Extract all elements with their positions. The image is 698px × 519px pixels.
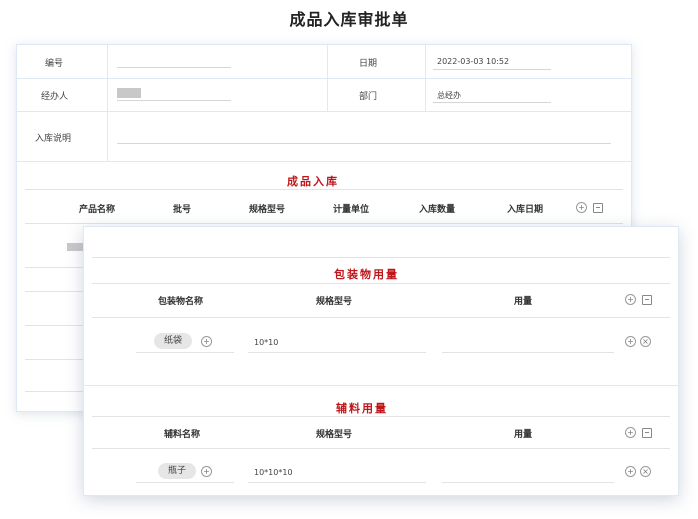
number-label: 编号	[45, 59, 64, 69]
aux-qty-field[interactable]	[442, 482, 614, 483]
aux-name-tag[interactable]: 瓶子	[158, 463, 197, 479]
aux-col-name: 辅料名称	[164, 430, 201, 440]
aux-section-title: 辅料用量	[336, 402, 388, 415]
plus-circle-icon[interactable]: +	[625, 294, 636, 305]
packaging-section-title: 包装物用量	[334, 268, 399, 281]
dept-field[interactable]: 总经办	[437, 90, 461, 101]
import-icon[interactable]	[593, 203, 603, 213]
packaging-col-name: 包装物名称	[158, 297, 204, 307]
plus-circle-icon[interactable]: +	[576, 202, 587, 213]
product-col-batch: 批号	[173, 205, 192, 215]
packaging-name-tag[interactable]: 纸袋	[154, 333, 193, 349]
packaging-col-qty: 用量	[514, 297, 533, 307]
aux-col-spec: 规格型号	[316, 430, 353, 440]
plus-circle-icon[interactable]: +	[201, 336, 212, 347]
handler-avatar	[117, 88, 141, 98]
handler-field[interactable]	[117, 100, 231, 101]
dept-label: 部门	[359, 92, 378, 102]
packaging-spec-value[interactable]: 10*10	[254, 338, 278, 347]
product-col-qty: 入库数量	[419, 205, 456, 215]
product-col-unit: 计量单位	[333, 205, 370, 215]
form-row-number-date: 编号 日期 2022-03-03 10:52	[17, 45, 631, 79]
note-field[interactable]	[117, 143, 611, 144]
close-circle-icon[interactable]: ×	[640, 466, 651, 477]
packaging-qty-field[interactable]	[442, 352, 614, 353]
plus-circle-icon[interactable]: +	[625, 336, 636, 347]
form-row-note: 入库说明	[17, 111, 631, 162]
product-col-date: 入库日期	[507, 205, 544, 215]
import-icon[interactable]	[642, 428, 652, 438]
aux-col-qty: 用量	[514, 430, 533, 440]
packaging-col-spec: 规格型号	[316, 297, 353, 307]
handler-label: 经办人	[41, 92, 69, 102]
number-field[interactable]	[117, 67, 231, 68]
form-row-handler-dept: 经办人 部门 总经办	[17, 78, 631, 112]
import-icon[interactable]	[642, 295, 652, 305]
note-label: 入库说明	[35, 134, 72, 144]
product-col-spec: 规格型号	[249, 205, 286, 215]
product-section-title: 成品入库	[287, 175, 339, 188]
date-label: 日期	[359, 59, 378, 69]
plus-circle-icon[interactable]: +	[201, 466, 212, 477]
plus-circle-icon[interactable]: +	[625, 466, 636, 477]
aux-spec-value[interactable]: 10*10*10	[254, 468, 293, 477]
materials-form-card: 包装物用量 包装物名称 规格型号 用量 + 纸袋 + 10*10 + × 辅料用…	[83, 226, 679, 496]
page-title: 成品入库审批单	[289, 10, 409, 29]
close-circle-icon[interactable]: ×	[640, 336, 651, 347]
product-col-name: 产品名称	[79, 205, 116, 215]
plus-circle-icon[interactable]: +	[625, 427, 636, 438]
date-field[interactable]: 2022-03-03 10:52	[437, 57, 509, 66]
